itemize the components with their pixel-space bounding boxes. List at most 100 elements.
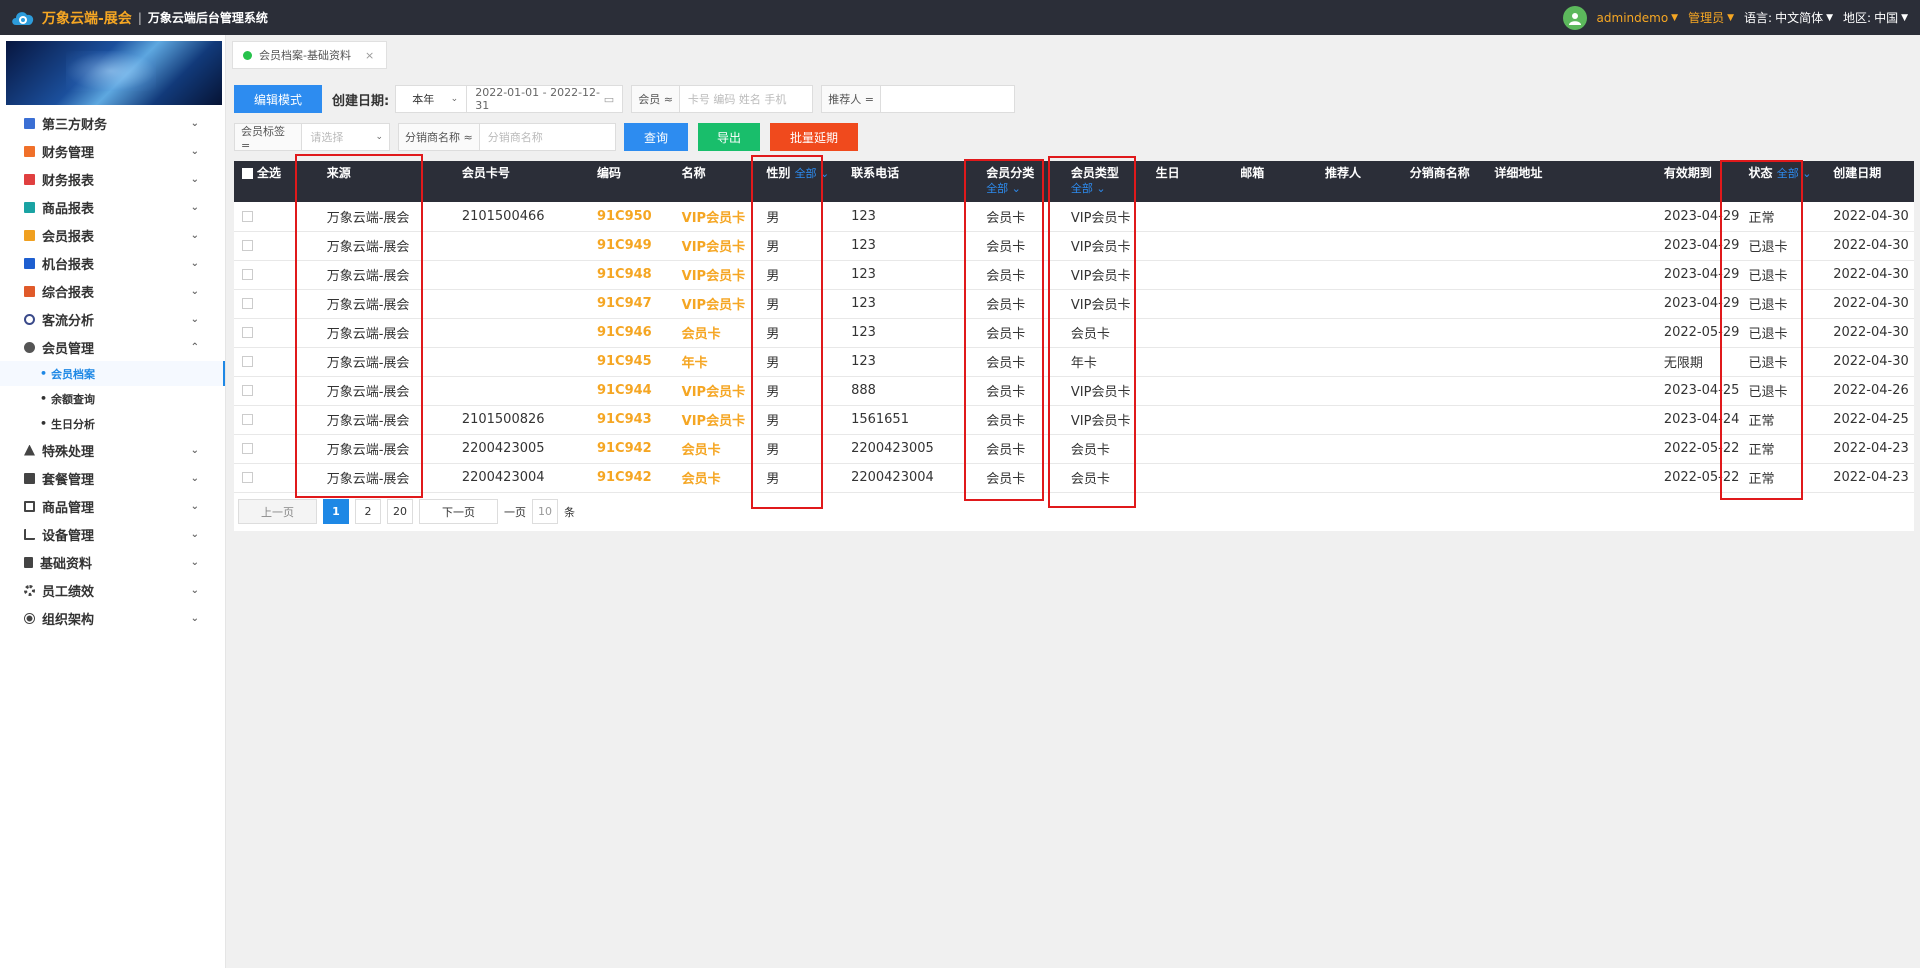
row-checkbox[interactable] [242, 269, 253, 280]
per-page-input[interactable]: 10 [532, 499, 558, 524]
table-row[interactable]: 万象云端-展会 91C947 VIP会员卡男 123 会员卡 VIP会员卡 2023-04-… [234, 289, 1914, 318]
cell-code[interactable]: 91C948 [589, 260, 674, 289]
chevron-down-icon: ⌄ [190, 313, 199, 325]
cell-code[interactable]: 91C942 [589, 434, 674, 463]
sidebar-item-basic-data[interactable]: 基础资料 ⌄ [0, 548, 225, 576]
table-row[interactable]: 万象云端-展会 2101500466 91C950 VIP会员卡男 123 会员卡 VIP会… [234, 202, 1914, 231]
page-2-button[interactable]: 2 [355, 499, 381, 524]
cell-name[interactable]: VIP会员卡 [674, 376, 759, 405]
user-menu[interactable]: admindemo ▼ [1597, 11, 1679, 25]
cell-name[interactable]: VIP会员卡 [674, 289, 759, 318]
cell-name[interactable]: 年卡 [674, 347, 759, 376]
cell-distributor [1402, 260, 1487, 289]
table-row[interactable]: 万象云端-展会 91C948 VIP会员卡男 123 会员卡 VIP会员卡 2023-04-… [234, 260, 1914, 289]
member-report-icon [24, 229, 35, 241]
cell-code[interactable]: 91C945 [589, 347, 674, 376]
row-checkbox[interactable] [242, 210, 253, 222]
sidebar-item-machine-reports[interactable]: 机台报表 ⌄ [0, 249, 225, 277]
sidebar-item-product-management[interactable]: 商品管理 ⌄ [0, 492, 225, 520]
row-checkbox[interactable] [242, 356, 253, 367]
cell-code[interactable]: 91C950 [589, 202, 674, 231]
language-menu[interactable]: 语言: 中文简体 ▼ [1744, 9, 1833, 26]
prev-page-button[interactable]: 上一页 [238, 499, 317, 524]
cell-name[interactable]: 会员卡 [674, 463, 759, 492]
cell-name[interactable]: 会员卡 [674, 434, 759, 463]
sidebar-item-traffic-analysis[interactable]: 客流分析 ⌄ [0, 305, 225, 333]
cell-code[interactable]: 91C942 [589, 463, 674, 492]
sidebar-subitem-member-archive[interactable]: • 会员档案 [0, 361, 225, 386]
brand-separator: | [137, 10, 142, 25]
row-checkbox[interactable] [242, 298, 253, 309]
role-menu[interactable]: 管理员 ▼ [1688, 9, 1734, 26]
sidebar-item-finance-reports[interactable]: 财务报表 ⌄ [0, 165, 225, 193]
cell-name[interactable]: VIP会员卡 [674, 231, 759, 260]
sidebar-item-third-party-finance[interactable]: 第三方财务 ⌄ [0, 109, 225, 137]
gender-filter[interactable]: 全部 ⌄ [795, 167, 830, 180]
row-checkbox[interactable] [242, 240, 253, 251]
page-1-button[interactable]: 1 [323, 499, 349, 524]
cell-created: 2022-04-30 [1833, 296, 1909, 311]
cell-code[interactable]: 91C946 [589, 318, 674, 347]
sidebar-item-staff-performance[interactable]: 员工绩效 ⌄ [0, 576, 225, 604]
export-button[interactable]: 导出 [698, 123, 760, 151]
member-tag-select[interactable]: 请选择 ⌄ [302, 129, 389, 145]
header-select-all[interactable]: 全选 [234, 161, 319, 202]
cell-code[interactable]: 91C944 [589, 376, 674, 405]
sidebar-item-device-management[interactable]: 设备管理 ⌄ [0, 520, 225, 548]
cell-email [1232, 376, 1317, 405]
row-checkbox[interactable] [242, 385, 253, 396]
sidebar-subitem-balance-query[interactable]: • 余额查询 [0, 386, 225, 411]
chevron-down-icon: ⌄ [190, 584, 199, 596]
distributor-input[interactable] [479, 124, 610, 150]
sidebar-item-organization[interactable]: 组织架构 ⌄ [0, 604, 225, 632]
sidebar-item-summary-reports[interactable]: 综合报表 ⌄ [0, 277, 225, 305]
page-20-button[interactable]: 20 [387, 499, 413, 524]
chevron-down-icon: ⌄ [190, 117, 199, 129]
cell-code[interactable]: 91C947 [589, 289, 674, 318]
cell-category: 会员卡 [986, 269, 1026, 284]
query-button[interactable]: 查询 [624, 123, 688, 151]
row-checkbox[interactable] [242, 443, 253, 454]
table-row[interactable]: 万象云端-展会 91C949 VIP会员卡男 123 会员卡 VIP会员卡 2023-04-… [234, 231, 1914, 260]
referrer-input[interactable] [880, 86, 1011, 112]
row-checkbox[interactable] [242, 327, 253, 338]
table-row[interactable]: 万象云端-展会 91C944 VIP会员卡男 888 会员卡 VIP会员卡 2023-04-… [234, 376, 1914, 405]
table-row[interactable]: 万象云端-展会 2101500826 91C943 VIP会员卡男 1561651 会员卡… [234, 405, 1914, 434]
cell-name[interactable]: 会员卡 [674, 318, 759, 347]
next-page-button[interactable]: 下一页 [419, 499, 498, 524]
cell-name[interactable]: VIP会员卡 [674, 405, 759, 434]
table-row[interactable]: 万象云端-展会 91C946 会员卡男 123 会员卡 会员卡 2022-05-29 已退卡 2… [234, 318, 1914, 347]
status-filter[interactable]: 全部 ⌄ [1777, 167, 1812, 180]
brand-logo[interactable]: 万象云端-展会 | 万象云端后台管理系统 [10, 7, 268, 29]
sidebar-item-product-reports[interactable]: 商品报表 ⌄ [0, 193, 225, 221]
edit-mode-button[interactable]: 编辑模式 [234, 85, 322, 113]
cell-address [1486, 289, 1655, 318]
sidebar-item-member-management[interactable]: 会员管理 ⌃ [0, 333, 225, 361]
table-row[interactable]: 万象云端-展会 2200423004 91C942 会员卡男 2200423004 会员卡… [234, 463, 1914, 492]
member-search-input[interactable] [679, 86, 810, 112]
tab-member-archive[interactable]: 会员档案-基础资料 × [232, 41, 388, 69]
user-avatar[interactable] [1562, 5, 1587, 30]
table-row[interactable]: 万象云端-展会 2200423005 91C942 会员卡男 2200423005 会员卡… [234, 434, 1914, 463]
sidebar-item-special-handling[interactable]: 特殊处理 ⌄ [0, 436, 225, 464]
sidebar-item-member-reports[interactable]: 会员报表 ⌄ [0, 221, 225, 249]
year-select[interactable]: 本年 ⌄ [395, 85, 468, 113]
category-filter[interactable]: 全部 ⌄ [986, 181, 1055, 197]
row-checkbox[interactable] [242, 472, 253, 483]
bullet-icon: • [40, 367, 48, 380]
type-filter[interactable]: 全部 ⌄ [1071, 181, 1140, 197]
cell-name[interactable]: VIP会员卡 [674, 260, 759, 289]
cell-code[interactable]: 91C943 [589, 405, 674, 434]
sidebar-item-finance-management[interactable]: 财务管理 ⌄ [0, 137, 225, 165]
sidebar-subitem-birthday-analysis[interactable]: • 生日分析 [0, 411, 225, 436]
batch-extend-button[interactable]: 批量延期 [770, 123, 858, 151]
sidebar-item-package-management[interactable]: 套餐管理 ⌄ [0, 464, 225, 492]
close-icon[interactable]: × [365, 49, 374, 62]
row-checkbox[interactable] [242, 414, 253, 425]
cell-category: 会员卡 [986, 298, 1026, 313]
date-range-picker[interactable]: 2022-01-01 - 2022-12-31 ▭ [467, 85, 624, 113]
region-menu[interactable]: 地区: 中国 ▼ [1843, 9, 1908, 26]
table-row[interactable]: 万象云端-展会 91C945 年卡男 123 会员卡 年卡 无限期 已退卡 2022-04-30 [234, 347, 1914, 376]
cell-name[interactable]: VIP会员卡 [674, 202, 759, 231]
cell-code[interactable]: 91C949 [589, 231, 674, 260]
